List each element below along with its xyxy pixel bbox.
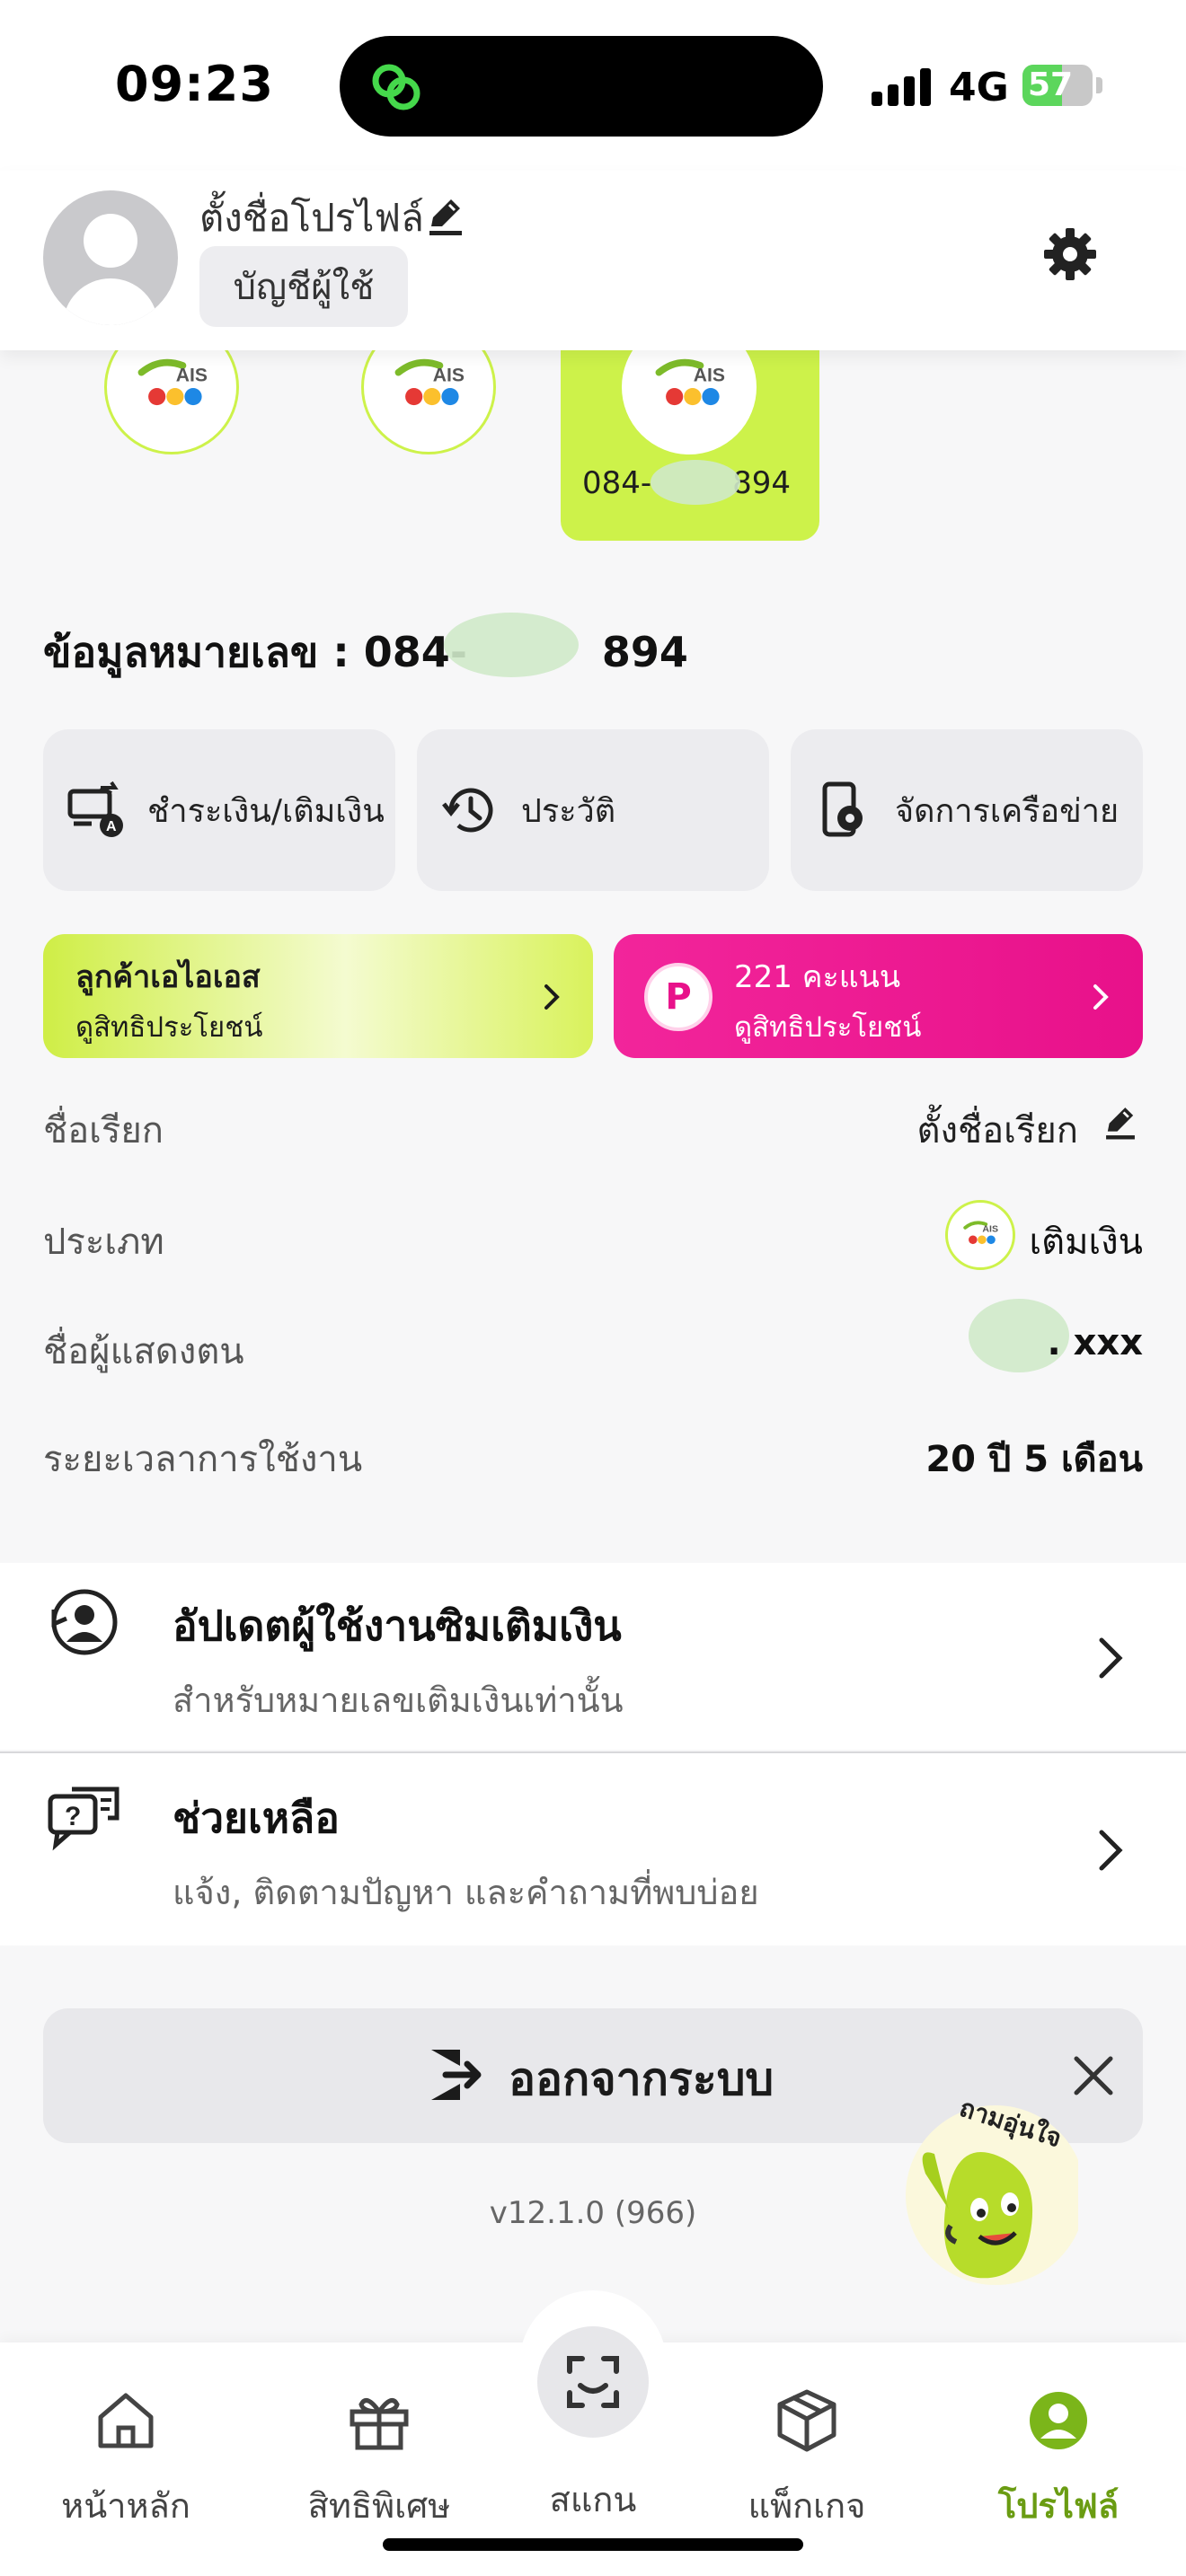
nav-item-privileges[interactable]: สิทธิพิเศษ	[280, 2385, 478, 2533]
close-icon[interactable]	[1069, 2051, 1118, 2100]
help-subtitle: แจ้ง, ติดตามปัญหา และคำถามที่พบบ่อย	[173, 1873, 759, 1912]
scan-icon	[567, 2356, 619, 2408]
ais-banner-subtitle: ดูสิทธิประโยชน์	[75, 1011, 263, 1044]
type-value: เติมเงิน	[1029, 1222, 1143, 1263]
number-info-title: ข้อมูลหมายเลข : 084- 894	[43, 620, 688, 685]
scan-button[interactable]	[537, 2326, 649, 2438]
svg-text:?: ?	[65, 1802, 81, 1831]
number-info-prefix: ข้อมูลหมายเลข : 084-	[43, 628, 467, 676]
dynamic-island	[340, 36, 823, 137]
network-settings-icon	[822, 781, 863, 837]
home-indicator	[383, 2538, 803, 2551]
payment-topup-icon: A	[67, 781, 123, 837]
nav-label-privileges: สิทธิพิเศษ	[307, 2486, 451, 2526]
nav-label-profile: โปรไฟล์	[997, 2486, 1120, 2526]
gear-icon[interactable]	[1040, 225, 1100, 284]
home-icon	[98, 2393, 154, 2448]
svg-text:AIS: AIS	[433, 365, 465, 385]
topup-button[interactable]: A ชำระเงิน/เติมเงิน	[43, 729, 395, 891]
redaction-blur	[444, 613, 579, 677]
battery-charging-icon: 57	[1022, 65, 1093, 106]
type-label: ประเภท	[43, 1222, 164, 1263]
history-button[interactable]: ประวัติ	[417, 729, 769, 891]
points-banner[interactable]: P 221 คะแนน ดูสิทธิประโยชน์	[614, 934, 1143, 1058]
chevron-right-icon	[544, 984, 560, 1010]
signal-icon	[872, 66, 934, 106]
logout-label: ออกจากระบบ	[509, 2053, 774, 2105]
points-badge: P	[644, 963, 712, 1031]
ais-customer-banner[interactable]: ลูกค้าเอไอเอส ดูสิทธิประโยชน์	[43, 934, 593, 1058]
user-update-icon	[51, 1589, 118, 1655]
history-icon	[442, 788, 493, 833]
battery-level: 57	[1028, 66, 1074, 103]
usage-duration-label: ระยะเวลาการใช้งาน	[43, 1439, 363, 1480]
chevron-right-icon	[1093, 984, 1109, 1010]
nav-item-profile[interactable]: โปรไฟล์	[960, 2385, 1157, 2533]
update-sim-user-subtitle: สำหรับหมายเลขเติมเงินเท่านั้น	[173, 1681, 624, 1720]
status-time: 09:23	[115, 56, 274, 112]
help-chat-icon: ?	[48, 1786, 119, 1851]
gift-icon	[350, 2398, 409, 2450]
nav-label-package: แพ็กเกจ	[748, 2486, 866, 2526]
network-type: 4G	[949, 65, 1009, 110]
package-icon	[777, 2389, 836, 2452]
sim-number-prefix: 084-	[582, 465, 652, 501]
network-manage-label: จัดการเครือข่าย	[895, 792, 1120, 830]
nav-label-scan: สแกน	[549, 2480, 637, 2519]
edit-pencil-icon[interactable]	[1100, 1101, 1141, 1142]
chevron-right-icon	[1099, 1830, 1123, 1871]
logout-icon	[431, 2050, 482, 2100]
registered-name-label: ชื่อผู้แสดงตน	[43, 1331, 244, 1372]
profile-icon	[1030, 2392, 1087, 2449]
svg-text:A: A	[106, 819, 117, 834]
svg-text:AIS: AIS	[694, 365, 725, 385]
app-link-icon	[372, 64, 420, 110]
profile-name[interactable]: ตั้งชื่อโปรไฟล์	[199, 189, 424, 248]
profile-header: ตั้งชื่อโปรไฟล์ บัญชีผู้ใช้	[0, 171, 1186, 350]
sim-number-suffix: 894	[732, 465, 792, 501]
redaction-blur	[651, 460, 740, 505]
ais-banner-title: ลูกค้าเอไอเอส	[75, 959, 261, 995]
topup-label: ชำระเงิน/เติมเงิน	[147, 792, 385, 830]
help-title: ช่วยเหลือ	[173, 1794, 340, 1842]
registered-name-value: . xxx	[1047, 1322, 1143, 1363]
points-banner-subtitle: ดูสิทธิประโยชน์	[734, 1011, 922, 1044]
points-banner-title: 221 คะแนน	[734, 959, 901, 995]
nav-label-home: หน้าหลัก	[61, 2486, 190, 2526]
avatar[interactable]	[43, 190, 178, 325]
svg-text:AIS: AIS	[982, 1224, 998, 1235]
nickname-label: ชื่อเรียก	[43, 1110, 164, 1151]
battery-cap	[1096, 77, 1102, 93]
chevron-right-icon	[1099, 1637, 1123, 1679]
mascot-assistant[interactable]: ถามอุ่นใจ	[863, 2093, 1085, 2308]
nav-item-package[interactable]: แพ็กเกจ	[708, 2385, 906, 2533]
account-button[interactable]: บัญชีผู้ใช้	[199, 246, 408, 327]
number-info-suffix: 894	[601, 628, 688, 676]
nav-item-home[interactable]: หน้าหลัก	[27, 2385, 225, 2533]
update-sim-user-title: อัปเดตผู้ใช้งานซิมเติมเงิน	[173, 1601, 622, 1650]
usage-duration-value: 20 ปี 5 เดือน	[925, 1439, 1143, 1480]
network-manage-button[interactable]: จัดการเครือข่าย	[791, 729, 1143, 891]
nickname-value[interactable]: ตั้งชื่อเรียก	[917, 1101, 1079, 1159]
svg-text:AIS: AIS	[176, 365, 208, 385]
ais-logo-icon: AIS	[945, 1200, 1015, 1270]
edit-pencil-icon[interactable]	[422, 192, 469, 239]
history-label: ประวัติ	[521, 792, 616, 830]
